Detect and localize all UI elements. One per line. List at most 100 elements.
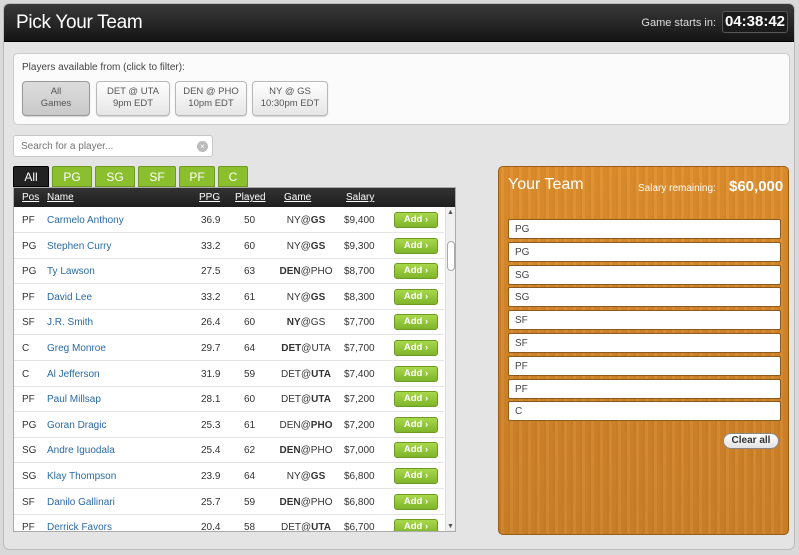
team-slot[interactable]: PF: [508, 355, 781, 376]
player-played: 59: [244, 368, 256, 380]
table-scrollbar[interactable]: ▲ ▼: [445, 207, 455, 531]
player-ppg: 25.4: [201, 445, 221, 457]
game-at-symbol: @: [301, 368, 312, 380]
game-home-team: GS: [310, 317, 326, 329]
col-pos[interactable]: Pos: [22, 192, 39, 203]
tab-pf[interactable]: PF: [179, 166, 215, 187]
add-player-button[interactable]: Add ›: [394, 237, 438, 254]
add-player-button[interactable]: Add ›: [394, 442, 438, 459]
col-game[interactable]: Game: [284, 192, 311, 203]
player-played: 64: [244, 471, 256, 482]
game-away-team: DEN: [279, 496, 301, 508]
player-name-link[interactable]: Klay Thompson: [47, 471, 116, 482]
game-away-team: DET: [281, 343, 302, 354]
table-row: PG Ty Lawson 27.5 63 DEN@PHO $8,700 Add ›: [14, 258, 444, 285]
countdown-timer: 04:38:42: [722, 11, 788, 33]
table-row: PF Derrick Favors 20.4 58 DET@UTA $6,700 Add ›: [14, 514, 444, 532]
scroll-down-icon[interactable]: ▼: [447, 523, 454, 530]
team-slot[interactable]: PF: [508, 378, 781, 399]
player-name-link[interactable]: David Lee: [47, 292, 92, 303]
game-home-team: GS: [310, 471, 326, 482]
clear-all-button[interactable]: Clear all: [723, 433, 779, 449]
player-game: NY@GS: [271, 215, 341, 226]
add-player-button[interactable]: Add ›: [394, 416, 438, 433]
player-played: 60: [244, 394, 256, 406]
player-name-link[interactable]: Danilo Gallinari: [47, 497, 115, 508]
team-slot[interactable]: SF: [508, 310, 781, 331]
game-home-team: PHO: [310, 266, 333, 278]
tab-c[interactable]: C: [218, 166, 248, 187]
add-player-button[interactable]: Add ›: [394, 365, 438, 382]
player-name-link[interactable]: Carmelo Anthony: [47, 215, 124, 226]
scroll-up-icon[interactable]: ▲: [447, 209, 454, 216]
player-ppg: 33.2: [201, 240, 221, 252]
player-game: DET@UTA: [271, 343, 341, 354]
table-row: SF Danilo Gallinari 25.7 59 DEN@PHO $6,800 Add…: [14, 489, 444, 515]
player-salary: $7,200: [344, 394, 375, 406]
player-name-link[interactable]: Greg Monroe: [47, 343, 106, 354]
col-salary[interactable]: Salary: [346, 192, 374, 203]
player-name-link[interactable]: J.R. Smith: [47, 317, 93, 328]
table-row: PF David Lee 33.2 61 NY@GS $8,300 Add ›: [14, 284, 444, 310]
add-player-button[interactable]: Add ›: [394, 314, 438, 331]
add-player-button[interactable]: Add ›: [394, 493, 438, 510]
player-name-link[interactable]: Stephen Curry: [47, 241, 111, 252]
player-name-link[interactable]: Goran Dragic: [47, 420, 106, 431]
player-played: 61: [244, 291, 256, 303]
add-player-button[interactable]: Add ›: [394, 288, 438, 305]
team-slot[interactable]: C: [508, 401, 781, 422]
player-salary: $9,400: [344, 215, 375, 226]
player-position: SF: [22, 317, 35, 329]
team-slot[interactable]: PG: [508, 241, 781, 262]
table-row: C Al Jefferson 31.9 59 DET@UTA $7,400 Add ›: [14, 361, 444, 387]
tab-sg[interactable]: SG: [95, 166, 135, 187]
add-player-button[interactable]: Add ›: [394, 263, 438, 280]
game-home-team: GS: [310, 215, 326, 226]
player-name-link[interactable]: Derrick Favors: [47, 522, 112, 531]
player-name-link[interactable]: Paul Millsap: [47, 394, 101, 405]
team-slot[interactable]: PG: [508, 219, 781, 239]
game-filter-button[interactable]: NY @ GS 10:30pm EDT: [252, 81, 328, 116]
game-filter-button[interactable]: DEN @ PHO 10pm EDT: [175, 81, 247, 116]
player-salary: $7,700: [344, 317, 375, 329]
table-row: PG Stephen Curry 33.2 60 NY@GS $9,300 Add ›: [14, 233, 444, 259]
filter-caption: Players available from (click to filter)…: [22, 62, 185, 73]
app-window: Pick Your Team Game starts in: 04:38:42 …: [3, 3, 795, 550]
player-ppg: 29.7: [201, 343, 221, 354]
col-name[interactable]: Name: [47, 192, 74, 203]
player-ppg: 27.5: [201, 266, 221, 278]
add-player-button[interactable]: Add ›: [394, 391, 438, 408]
team-slot[interactable]: SG: [508, 287, 781, 308]
table-row: C Greg Monroe 29.7 64 DET@UTA $7,700 Add ›: [14, 335, 444, 361]
clear-search-icon[interactable]: ×: [197, 141, 208, 152]
game-filter-button[interactable]: All Games: [22, 81, 90, 116]
tab-sf[interactable]: SF: [138, 166, 176, 187]
game-at-symbol: @: [300, 496, 311, 508]
col-played[interactable]: Played: [235, 192, 266, 203]
player-position: PG: [22, 266, 37, 278]
team-slot[interactable]: SF: [508, 333, 781, 353]
add-player-button[interactable]: Add ›: [394, 212, 438, 228]
player-name-link[interactable]: Andre Iguodala: [47, 445, 115, 456]
col-ppg[interactable]: PPG: [199, 192, 220, 203]
player-salary: $6,700: [344, 522, 375, 532]
game-filter-button[interactable]: DET @ UTA 9pm EDT: [96, 81, 170, 116]
player-name-link[interactable]: Al Jefferson: [47, 369, 100, 380]
game-at-symbol: @: [301, 343, 312, 354]
player-salary: $7,700: [344, 343, 375, 354]
game-away-team: DET: [281, 522, 302, 532]
scroll-thumb[interactable]: [447, 241, 455, 271]
tab-all[interactable]: All: [13, 166, 49, 187]
player-game: DEN@PHO: [271, 266, 341, 277]
add-player-button[interactable]: Add ›: [394, 340, 438, 356]
your-team-panel: Your Team Salary remaining: $60,000 PG PG…: [498, 166, 789, 535]
game-away-team: DEN: [279, 419, 301, 431]
player-name-link[interactable]: Ty Lawson: [47, 266, 95, 277]
game-at-symbol: @: [300, 266, 311, 278]
player-search-input[interactable]: [13, 135, 213, 157]
team-slot[interactable]: SG: [508, 264, 781, 285]
game-filter-line2: 10:30pm EDT: [260, 98, 320, 109]
add-player-button[interactable]: Add ›: [394, 519, 438, 531]
tab-pg[interactable]: PG: [52, 166, 92, 187]
add-player-button[interactable]: Add ›: [394, 468, 438, 484]
